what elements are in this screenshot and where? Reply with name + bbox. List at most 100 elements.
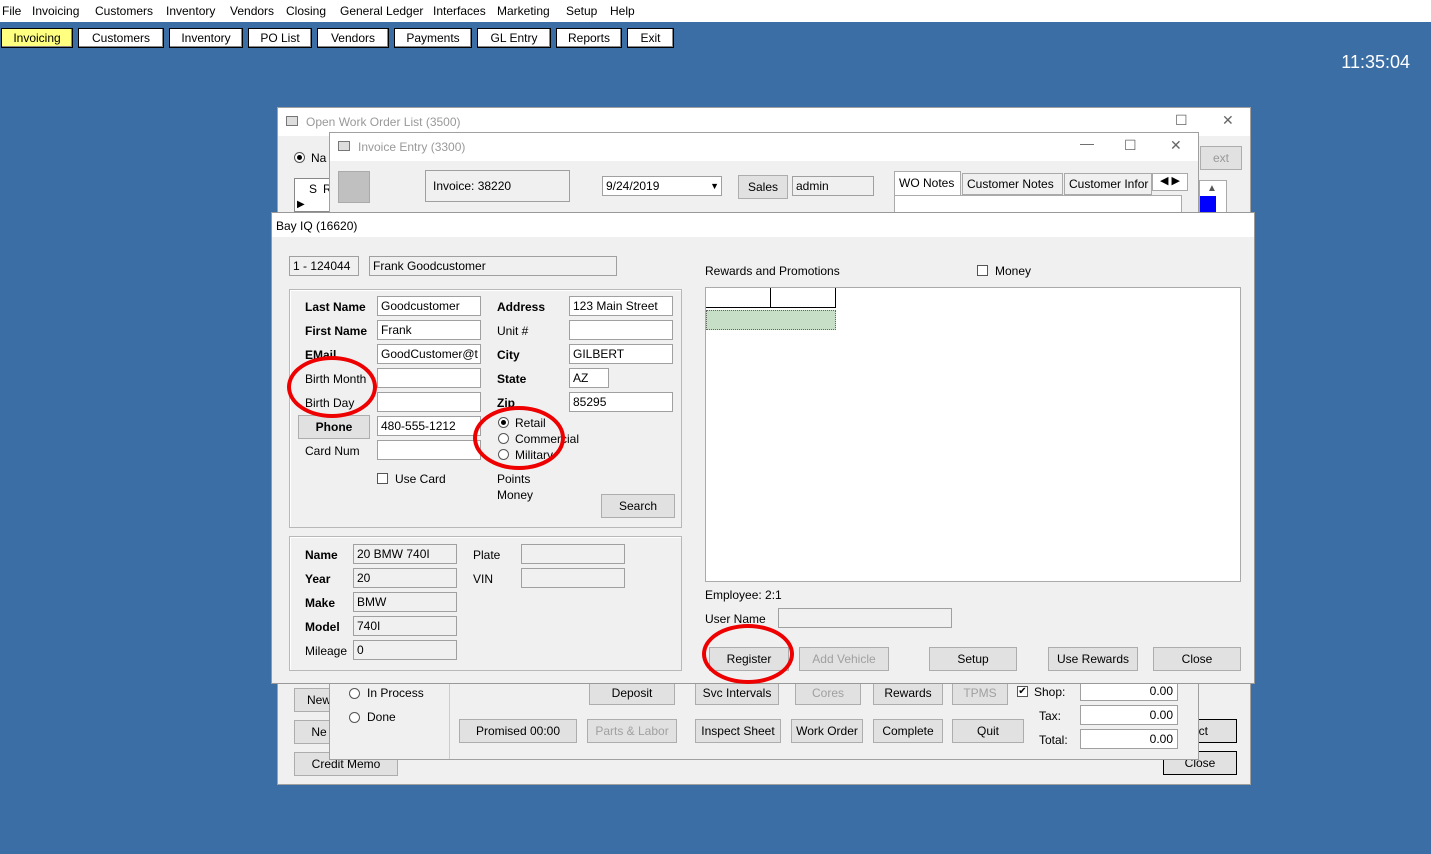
work-order-list-title: Open Work Order List (3500) [306, 115, 461, 129]
city-input[interactable]: GILBERT [569, 344, 673, 364]
toolbar-inventory-button[interactable]: Inventory [169, 28, 243, 48]
last-name-input[interactable]: Goodcustomer [377, 296, 481, 316]
toolbar-reports-button[interactable]: Reports [556, 28, 622, 48]
in-process-radio[interactable] [349, 688, 360, 699]
money-checkbox[interactable] [977, 265, 988, 276]
shop-label: Shop: [1034, 685, 1066, 699]
tab-scroll[interactable]: ◀ ▶ [1152, 173, 1188, 191]
work-order-button[interactable]: Work Order [791, 719, 863, 743]
menu-interfaces[interactable]: Interfaces [433, 4, 486, 18]
complete-button[interactable]: Complete [873, 719, 943, 743]
in-process-label: In Process [367, 686, 424, 700]
menu-file[interactable]: File [2, 4, 21, 18]
add-vehicle-button[interactable]: Add Vehicle [799, 647, 889, 671]
rewards-grid[interactable] [705, 287, 1241, 582]
clock: 11:35:04 [1341, 52, 1410, 72]
parts-labor-button[interactable]: Parts & Labor [587, 719, 677, 743]
sales-button[interactable]: Sales [738, 175, 788, 199]
card-num-input[interactable] [377, 440, 481, 460]
toolbar-payments-button[interactable]: Payments [394, 28, 472, 48]
menu-invoicing[interactable]: Invoicing [32, 4, 79, 18]
toolbar-exit-button[interactable]: Exit [627, 28, 674, 48]
tab-customer-notes-label: Customer Notes [967, 177, 1054, 191]
menu-customers[interactable]: Customers [95, 4, 153, 18]
menu-setup[interactable]: Setup [566, 4, 597, 18]
setup-button[interactable]: Setup [929, 647, 1017, 671]
use-rewards-button[interactable]: Use Rewards [1048, 647, 1138, 671]
chevron-left-icon[interactable]: ◀ [1160, 175, 1168, 187]
phone-button[interactable]: Phone [298, 415, 370, 439]
search-button[interactable]: Search [601, 494, 675, 518]
employee-label: Employee: 2:1 [705, 588, 782, 602]
next-button[interactable]: ext [1200, 146, 1242, 170]
rewards-grid-row[interactable] [706, 310, 836, 330]
rewards-promotions-label: Rewards and Promotions [705, 264, 840, 278]
money-checkbox-label: Money [995, 264, 1032, 278]
toolbar-invoicing-button[interactable]: Invoicing [1, 28, 73, 48]
shop-checkbox[interactable]: ✔ [1017, 686, 1028, 697]
address-label: Address [497, 300, 546, 314]
menu-vendors[interactable]: Vendors [230, 4, 274, 18]
inspect-sheet-button[interactable]: Inspect Sheet [695, 719, 781, 743]
user-name-field[interactable] [778, 608, 952, 628]
promised-button[interactable]: Promised 00:00 [459, 719, 577, 743]
minimize-icon[interactable]: — [1080, 135, 1094, 151]
rewards-button[interactable]: Rewards [873, 681, 943, 705]
invoice-date-select[interactable]: 9/24/2019 ▼ [602, 176, 722, 196]
phone-input[interactable]: 480-555-1212 [377, 416, 481, 436]
cores-button[interactable]: Cores [795, 681, 861, 705]
birth-month-input[interactable] [377, 368, 481, 388]
rewards-grid-header-1 [706, 288, 771, 308]
tab-customer-notes[interactable]: Customer Notes [962, 173, 1063, 195]
bay-iq-titlebar: Bay IQ (16620) [272, 213, 1254, 237]
unit-label: Unit # [497, 324, 529, 338]
menu-inventory[interactable]: Inventory [166, 4, 215, 18]
work-order-grid[interactable]: S R ▶ [294, 178, 332, 212]
tab-wo-notes[interactable]: WO Notes [894, 171, 961, 195]
done-radio[interactable] [349, 712, 360, 723]
address-input[interactable]: 123 Main Street [569, 296, 673, 316]
birth-day-input[interactable] [377, 392, 481, 412]
zip-input[interactable]: 85295 [569, 392, 673, 412]
unit-input[interactable] [569, 320, 673, 340]
svc-intervals-button[interactable]: Svc Intervals [695, 681, 779, 705]
name-radio[interactable] [294, 152, 305, 163]
sales-button-label: Sales [747, 180, 779, 194]
row-pointer-icon: ▶ [297, 199, 305, 210]
menu-closing[interactable]: Closing [286, 4, 326, 18]
deposit-button[interactable]: Deposit [589, 681, 675, 705]
invoice-entry-title: Invoice Entry (3300) [358, 140, 466, 154]
annotation-circle-birth-fields [287, 356, 377, 418]
invoice-entry-titlebar: Invoice Entry (3300) — ☐ ✕ [330, 133, 1198, 161]
use-card-checkbox[interactable] [377, 473, 388, 484]
close-icon[interactable]: ✕ [1222, 112, 1234, 129]
name-radio-label: Na [311, 151, 327, 165]
total-amount: 0.00 [1080, 729, 1178, 749]
toolbar-customers-button[interactable]: Customers [78, 28, 164, 48]
toolbar-gl-entry-button[interactable]: GL Entry [477, 28, 551, 48]
vehicle-year-field: 20 [353, 568, 457, 588]
toolbar-vendors-button[interactable]: Vendors [317, 28, 389, 48]
state-input[interactable]: AZ [569, 368, 609, 388]
chevron-right-icon[interactable]: ▶ [1172, 175, 1180, 187]
vehicle-name-label: Name [305, 548, 338, 562]
menu-marketing[interactable]: Marketing [497, 4, 550, 18]
tpms-button[interactable]: TPMS [952, 681, 1008, 705]
menu-help[interactable]: Help [610, 4, 635, 18]
close-icon[interactable]: ✕ [1170, 137, 1182, 154]
maximize-icon[interactable]: ☐ [1175, 112, 1188, 129]
tab-customer-info[interactable]: Customer Infor [1064, 173, 1152, 195]
email-input[interactable]: GoodCustomer@t [377, 344, 481, 364]
total-label: Total: [1039, 733, 1068, 747]
toolbar-po-list-button[interactable]: PO List [248, 28, 312, 48]
plate-label: Plate [473, 548, 501, 562]
quit-button[interactable]: Quit [952, 719, 1024, 743]
chevron-down-icon[interactable]: ▼ [710, 177, 719, 195]
scroll-up-icon[interactable]: ▲ [1207, 183, 1217, 194]
bay-iq-close-button[interactable]: Close [1153, 647, 1241, 671]
maximize-icon[interactable]: ☐ [1124, 137, 1137, 154]
tab-wo-notes-label: WO Notes [899, 176, 955, 190]
menu-general-ledger[interactable]: General Ledger [340, 4, 423, 18]
first-name-input[interactable]: Frank [377, 320, 481, 340]
menu-bar: File Invoicing Customers Inventory Vendo… [0, 0, 1431, 22]
